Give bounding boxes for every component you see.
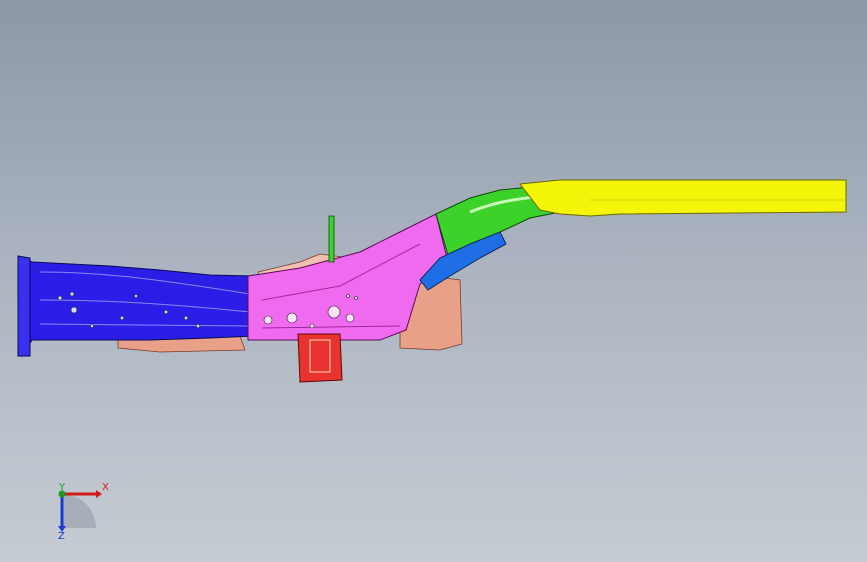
y-axis-label: Y	[59, 482, 66, 493]
cad-viewport[interactable]: X Y Z	[0, 0, 867, 562]
x-axis-label: X	[102, 482, 109, 493]
front-rail-flange[interactable]	[17, 255, 31, 357]
mount-stud[interactable]	[328, 215, 335, 263]
coordinate-triad: X Y Z	[40, 480, 120, 550]
z-axis-label: Z	[58, 531, 65, 542]
rear-rail-part[interactable]	[519, 179, 847, 217]
lower-bracket-part[interactable]	[297, 333, 343, 383]
frame-rail-model[interactable]	[0, 0, 867, 562]
triad-shadow	[62, 494, 96, 528]
